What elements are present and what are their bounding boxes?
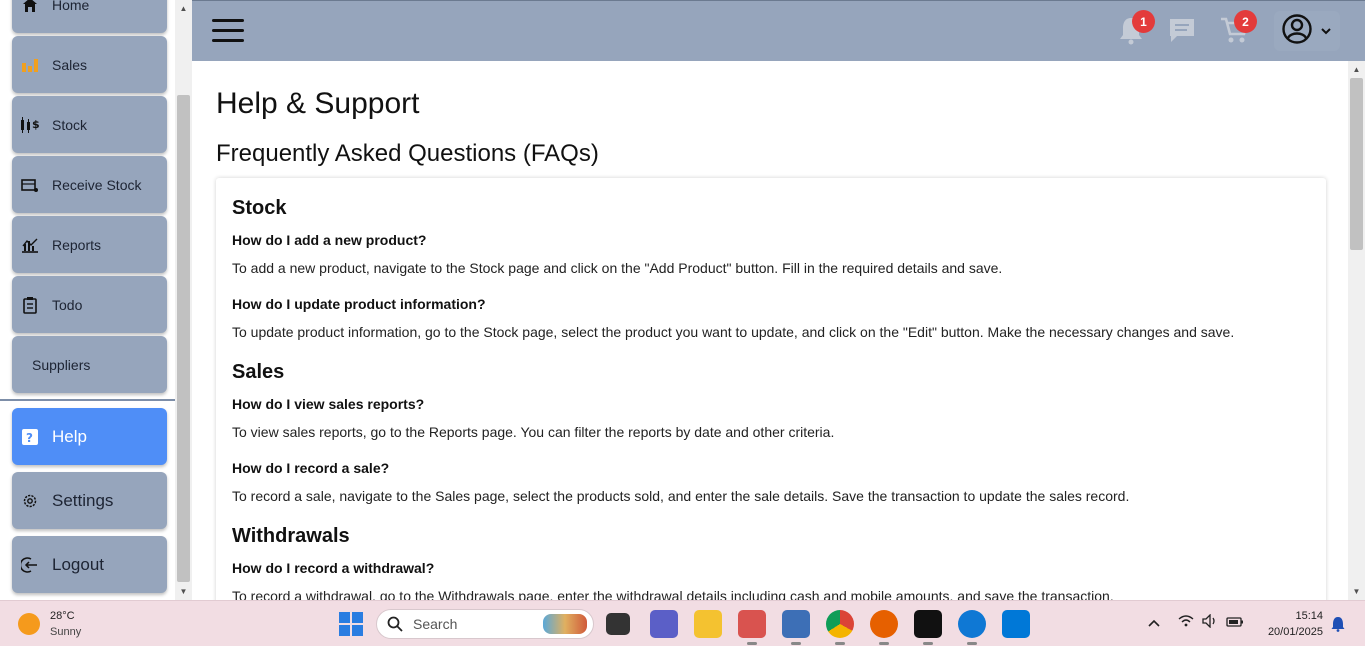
faq-section-title: Stock [232,197,287,219]
clock[interactable]: 15:14 20/01/2025 [1255,608,1323,640]
weather-temp: 28°C [50,610,75,622]
faq-answer: To view sales reports, go to the Reports… [232,424,835,440]
sidebar-item-settings[interactable]: Settings [12,472,167,529]
scroll-up-arrow-icon[interactable]: ▲ [1348,61,1365,78]
file-explorer-icon[interactable] [694,610,722,638]
taskbar: 28°C Sunny Search 15:14 20/01/2025 [0,600,1365,646]
sidebar-item-label: Home [52,0,90,13]
vscode-icon[interactable] [1002,610,1030,638]
faq-answer: To update product information, go to the… [232,324,1235,340]
sales-chart-icon [20,55,40,75]
chevron-down-icon [1321,22,1331,40]
scroll-up-arrow-icon[interactable]: ▲ [175,0,192,17]
windows-start-icon[interactable] [339,612,363,636]
sidebar-item-label: Help [52,426,87,446]
sidebar-item-receive-stock[interactable]: Receive Stock [12,156,167,213]
scroll-thumb[interactable] [177,95,190,582]
sidebar-divider [0,399,175,401]
sidebar-item-label: Suppliers [32,356,91,373]
receive-stock-icon [20,175,40,195]
user-menu-button[interactable] [1274,11,1340,51]
clipboard-icon [20,295,40,315]
sidebar-item-logout[interactable]: Logout [12,536,167,593]
logout-icon [20,555,40,575]
faq-question: How do I record a withdrawal? [232,560,435,576]
faq-section-title: Withdrawals [232,525,350,547]
sidebar: Home Sales $ Stock Receive Stock Reports… [0,0,175,600]
sidebar-item-help[interactable]: ? Help [12,408,167,465]
faq-question: How do I add a new product? [232,232,427,248]
gear-icon [20,491,40,511]
cart-badge: 2 [1234,10,1257,33]
app-icon[interactable] [738,610,766,645]
search-highlight-icon [543,614,587,634]
faq-card: Stock How do I add a new product? To add… [216,178,1326,600]
taskbar-search[interactable]: Search [376,609,594,639]
sidebar-scrollbar[interactable]: ▲ ▼ [175,0,192,600]
sidebar-item-home[interactable]: Home [12,0,167,33]
scroll-down-arrow-icon[interactable]: ▼ [175,583,192,600]
search-icon [387,616,403,632]
stock-icon: $ [20,115,40,135]
svg-text:?: ? [26,431,33,445]
edge-icon[interactable] [958,610,986,645]
faq-section-title: Sales [232,361,285,383]
clock-date: 20/01/2025 [1267,626,1323,638]
sun-icon [18,613,40,635]
task-view-icon[interactable] [606,613,630,635]
notepad-icon[interactable] [782,610,810,645]
sidebar-item-label: Reports [52,236,102,253]
firefox-icon[interactable] [870,610,898,645]
faq-question: How do I update product information? [232,296,486,312]
search-placeholder: Search [413,616,458,632]
messages-icon[interactable] [1165,13,1199,47]
wifi-icon[interactable] [1178,615,1194,630]
faq-question: How do I record a sale? [232,460,390,476]
sidebar-item-suppliers[interactable]: Suppliers [12,336,167,393]
reports-icon [20,235,40,255]
scroll-thumb[interactable] [1350,78,1363,250]
faq-answer: To record a sale, navigate to the Sales … [232,488,1130,504]
main-scrollbar[interactable]: ▲ ▼ [1348,61,1365,600]
sidebar-item-label: Stock [52,116,88,133]
clock-time: 15:14 [1295,610,1323,622]
volume-icon[interactable] [1202,613,1218,631]
notifications-badge: 1 [1132,10,1155,33]
chrome-icon[interactable] [826,610,854,645]
chevron-up-icon[interactable] [1148,616,1160,630]
main-content: Help & Support Frequently Asked Question… [192,61,1348,600]
faq-heading: Frequently Asked Questions (FAQs) [216,140,599,167]
weather-widget[interactable]: 28°C Sunny [18,608,81,640]
sidebar-item-label: Settings [52,490,114,510]
hamburger-menu-icon[interactable] [212,19,244,45]
faq-answer: To add a new product, navigate to the St… [232,260,1003,276]
page-title: Help & Support [216,87,420,120]
teams-icon[interactable] [650,610,678,638]
home-icon [20,0,40,15]
sidebar-item-label: Sales [52,56,88,73]
help-icon: ? [20,427,40,447]
system-tray [1148,613,1244,631]
sidebar-item-label: Logout [52,554,104,574]
svg-text:$: $ [32,118,40,131]
faq-answer: To record a withdrawal, go to the Withdr… [232,588,1114,600]
intellij-icon[interactable] [914,610,942,645]
battery-icon[interactable] [1226,616,1244,630]
sidebar-item-reports[interactable]: Reports [12,216,167,273]
sidebar-item-label: Receive Stock [52,176,142,193]
sidebar-item-stock[interactable]: $ Stock [12,96,167,153]
user-avatar-icon [1281,13,1313,50]
notification-bell-icon[interactable] [1331,616,1345,637]
faq-question: How do I view sales reports? [232,396,425,412]
sidebar-item-todo[interactable]: Todo [12,276,167,333]
top-header: 1 2 [192,0,1365,61]
scroll-down-arrow-icon[interactable]: ▼ [1348,583,1365,600]
sidebar-item-sales[interactable]: Sales [12,36,167,93]
sidebar-item-label: Todo [52,296,83,313]
weather-condition: Sunny [50,626,82,638]
